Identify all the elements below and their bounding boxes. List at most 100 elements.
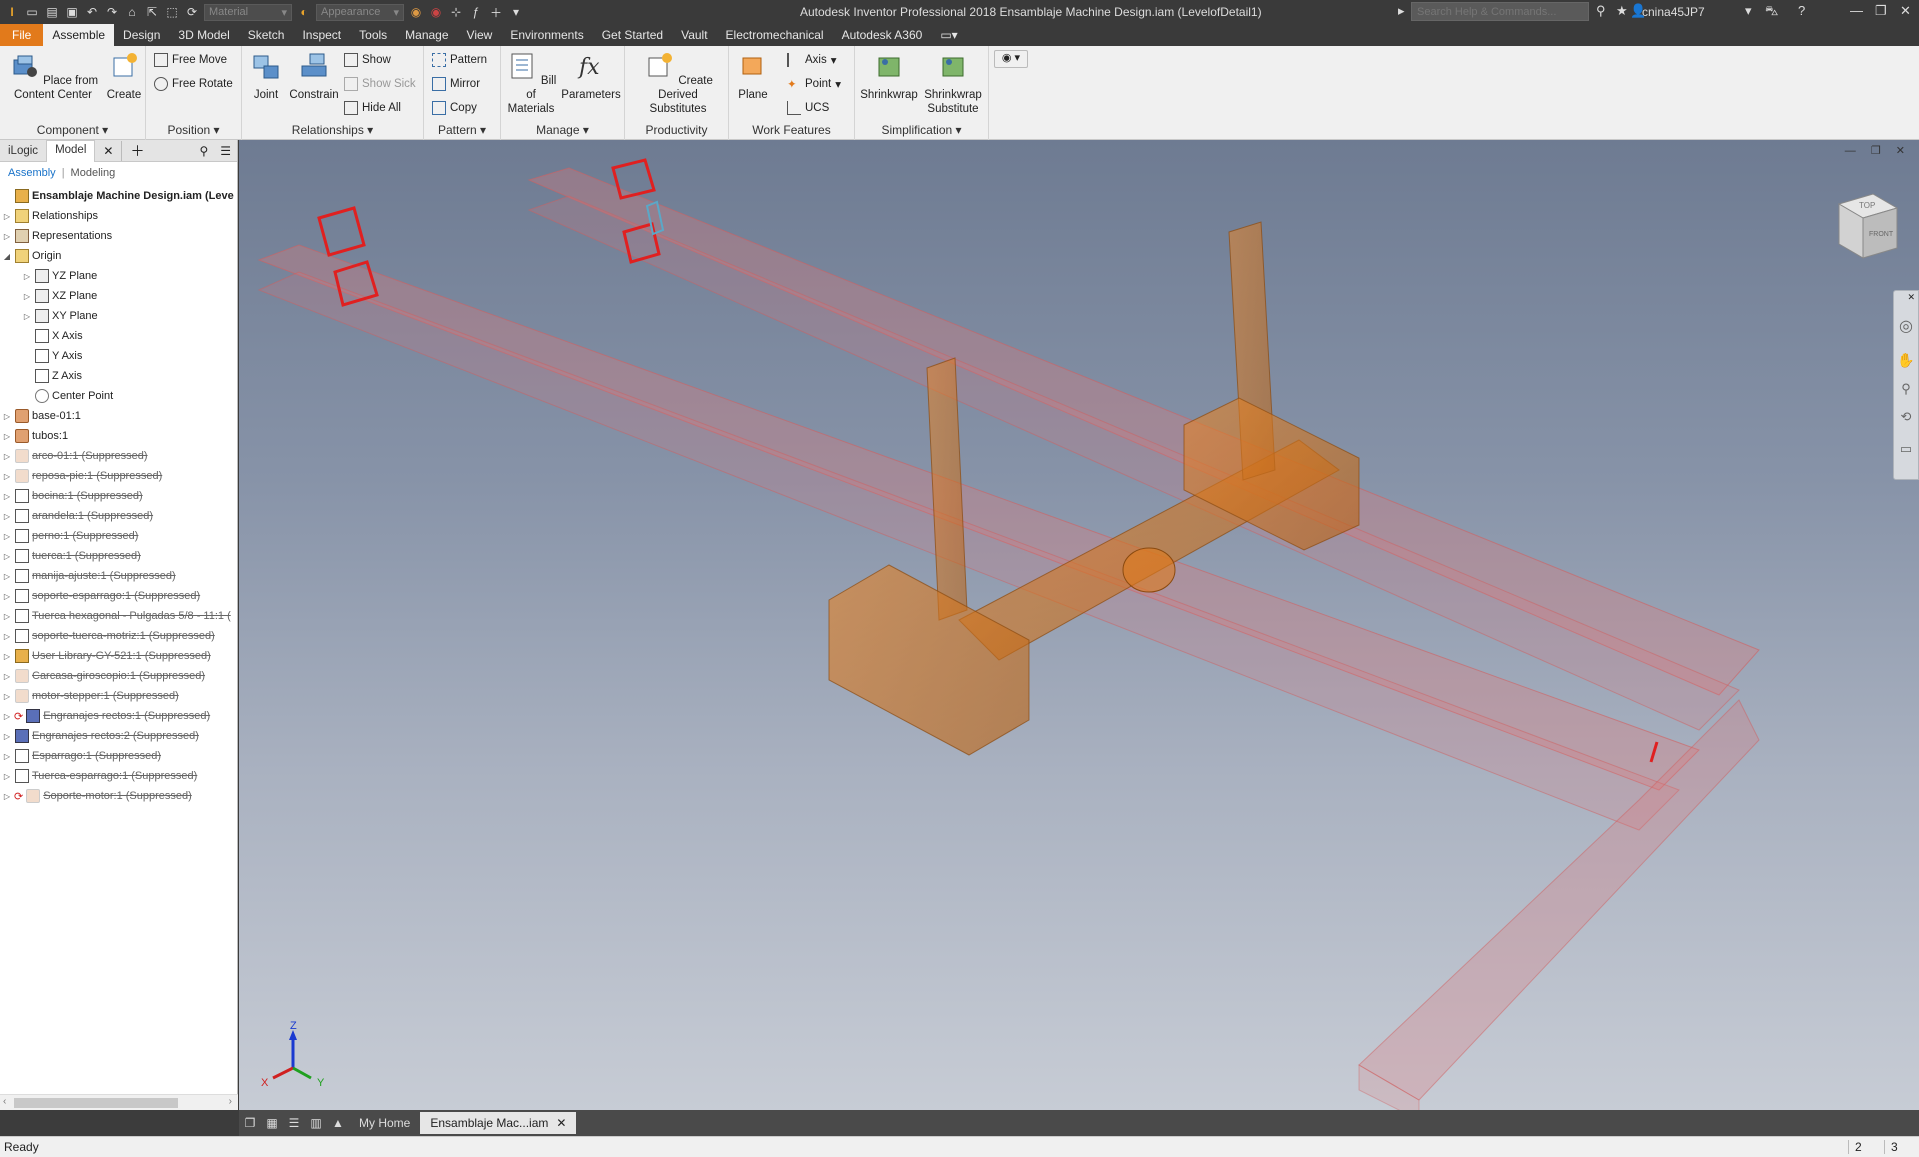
add-tab-icon[interactable]: ＋ xyxy=(121,140,152,161)
close-icon[interactable]: ✕ xyxy=(1900,3,1911,19)
tree-item[interactable]: Ensamblaje Machine Design.iam (Leve xyxy=(0,186,237,206)
tree-item[interactable]: ▷ ⟳ Engranajes rectos:1 (Suppressed) xyxy=(0,706,237,726)
tree-item[interactable]: ▷ tubos:1 xyxy=(0,426,237,446)
tree-item[interactable]: X Axis xyxy=(0,326,237,346)
free-move-button[interactable]: Free Move xyxy=(154,53,227,67)
return-icon[interactable]: ⇱ xyxy=(144,4,160,20)
nav-close-icon[interactable]: ✕ xyxy=(1894,291,1918,304)
axis-button[interactable]: Axis ▾ xyxy=(787,53,837,67)
tab-autodesk-a360[interactable]: Autodesk A360 xyxy=(833,24,932,46)
tree-expander-icon[interactable]: ▷ xyxy=(2,412,12,421)
tree-item[interactable]: ▷ Esparrago:1 (Suppressed) xyxy=(0,746,237,766)
tree-expander-icon[interactable]: ▷ xyxy=(2,472,12,481)
tree-item[interactable]: ▷ soporte-esparrago:1 (Suppressed) xyxy=(0,586,237,606)
create-component-button[interactable]: Create xyxy=(104,50,144,102)
tab-tools[interactable]: Tools xyxy=(350,24,396,46)
tree-expander-icon[interactable]: ▷ xyxy=(2,752,12,761)
scroll-right-icon[interactable]: › xyxy=(229,1096,232,1107)
modeling-mode-link[interactable]: Modeling xyxy=(71,167,116,179)
tab-inspect[interactable]: Inspect xyxy=(293,24,350,46)
tree-expander-icon[interactable]: ▷ xyxy=(2,432,12,441)
free-rotate-button[interactable]: Free Rotate xyxy=(154,77,233,91)
redo-icon[interactable]: ↷ xyxy=(104,4,120,20)
tree-item[interactable]: ▷ motor-stepper:1 (Suppressed) xyxy=(0,686,237,706)
joint-button[interactable]: Joint xyxy=(246,50,286,102)
manage-panel-title[interactable]: Manage ▾ xyxy=(501,123,624,137)
orbit-icon[interactable]: ⟲ xyxy=(1894,409,1918,425)
tree-expander-icon[interactable]: ▷ xyxy=(2,592,12,601)
scroll-thumb[interactable] xyxy=(14,1098,178,1108)
tree-item[interactable]: ▷ bocina:1 (Suppressed) xyxy=(0,486,237,506)
cascade-icon[interactable]: ❐ xyxy=(239,1114,261,1132)
tree-item[interactable]: ▷ User Library-GY-521:1 (Suppressed) xyxy=(0,646,237,666)
sketch-profile-3[interactable] xyxy=(611,158,656,200)
appearance-icon[interactable]: ◐ xyxy=(296,4,312,20)
appearance-dropdown[interactable]: Appearance ▾ xyxy=(316,3,404,21)
tab-model[interactable]: Model xyxy=(46,139,96,162)
plus-icon[interactable]: ＋ xyxy=(488,4,504,20)
pan-icon[interactable]: ✋ xyxy=(1894,352,1918,369)
ribbon-display-icon[interactable]: ▭▾ xyxy=(931,24,966,46)
user-name[interactable]: cnina45JP7 xyxy=(1642,5,1705,19)
tree-expander-icon[interactable]: ◢ xyxy=(2,252,12,261)
tree-item[interactable]: ▷ Representations xyxy=(0,226,237,246)
tree-expander-icon[interactable]: ▷ xyxy=(2,692,12,701)
tile-horizontal-icon[interactable]: ☰ xyxy=(283,1114,305,1132)
tree-expander-icon[interactable]: ▷ xyxy=(22,292,32,301)
restore-icon[interactable]: ❐ xyxy=(1875,3,1887,19)
scroll-left-icon[interactable]: ‹ xyxy=(3,1096,6,1107)
tree-item[interactable]: ▷ XY Plane xyxy=(0,306,237,326)
material-dropdown[interactable]: Material ▾ xyxy=(204,3,292,21)
tree-expander-icon[interactable]: ▷ xyxy=(2,552,12,561)
tree-expander-icon[interactable]: ▷ xyxy=(2,792,12,801)
measure-icon[interactable]: ⊹ xyxy=(448,4,464,20)
show-button[interactable]: Show xyxy=(344,53,391,67)
tree-item[interactable]: ▷ arco-01:1 (Suppressed) xyxy=(0,446,237,466)
tree-item[interactable]: ▷ arandela:1 (Suppressed) xyxy=(0,506,237,526)
tile-icon[interactable]: ▦ xyxy=(261,1114,283,1132)
tab-environments[interactable]: Environments xyxy=(501,24,592,46)
tree-expander-icon[interactable]: ▷ xyxy=(2,612,12,621)
tab-active-document[interactable]: Ensamblaje Mac...iam ✕ xyxy=(420,1112,577,1134)
position-panel-title[interactable]: Position ▾ xyxy=(146,123,241,137)
favorites-icon[interactable]: ★ xyxy=(1616,3,1628,19)
tree-item[interactable]: Z Axis xyxy=(0,366,237,386)
save-icon[interactable]: ▣ xyxy=(64,4,80,20)
mirror-button[interactable]: Mirror xyxy=(432,77,480,91)
tab-my-home[interactable]: My Home xyxy=(349,1112,420,1134)
update-icon[interactable]: ⟳ xyxy=(184,4,200,20)
select-icon[interactable]: ⬚ xyxy=(164,4,180,20)
tree-item[interactable]: ▷ Tuerca-esparrago:1 (Suppressed) xyxy=(0,766,237,786)
browser-search-icon[interactable]: ⚲ xyxy=(193,144,214,158)
fx-icon[interactable]: ƒ xyxy=(468,4,484,20)
bill-of-materials-button[interactable]: Bill of Materials xyxy=(505,50,557,116)
home-icon[interactable]: ⌂ xyxy=(124,4,140,20)
tab-design[interactable]: Design xyxy=(114,24,169,46)
tab-sketch[interactable]: Sketch xyxy=(239,24,294,46)
tree-item[interactable]: ▷ manija-ajuste:1 (Suppressed) xyxy=(0,566,237,586)
tree-item[interactable]: ▷ base-01:1 xyxy=(0,406,237,426)
tree-item[interactable]: ▷ Tuerca hexagonal - Pulgadas 5/8 - 11:1 … xyxy=(0,606,237,626)
tab-3d-model[interactable]: 3D Model xyxy=(169,24,238,46)
undo-icon[interactable]: ↶ xyxy=(84,4,100,20)
tab-manage[interactable]: Manage xyxy=(396,24,457,46)
tree-expander-icon[interactable]: ▷ xyxy=(2,212,12,221)
tree-expander-icon[interactable]: ▷ xyxy=(2,532,12,541)
minimize-icon[interactable]: — xyxy=(1850,3,1863,18)
pattern-panel-title[interactable]: Pattern ▾ xyxy=(424,123,500,137)
view-cube[interactable]: TOP FRONT xyxy=(1825,186,1905,266)
parameters-button[interactable]: fx Parameters xyxy=(559,50,623,102)
tree-expander-icon[interactable]: ▷ xyxy=(22,272,32,281)
copy-button[interactable]: Copy xyxy=(432,101,477,115)
create-derived-substitutes-button[interactable]: Create Derived Substitutes xyxy=(631,50,725,116)
tree-expander-icon[interactable]: ▷ xyxy=(2,772,12,781)
adjust-icon[interactable]: ◉ xyxy=(408,4,424,20)
tab-ilogic[interactable]: iLogic xyxy=(0,142,46,160)
hide-all-button[interactable]: Hide All xyxy=(344,101,401,115)
tree-item[interactable]: ◢ Origin xyxy=(0,246,237,266)
tile-vertical-icon[interactable]: ▥ xyxy=(305,1114,327,1132)
viewport-window-controls[interactable]: — ❐ ✕ xyxy=(1845,144,1911,157)
tree-expander-icon[interactable]: ▷ xyxy=(2,732,12,741)
graphics-viewport[interactable]: Z X Y TOP FRONT — ❐ ✕ ✕ ◎ ✋ ⚲ ⟲ ▭ xyxy=(239,140,1919,1110)
tree-item[interactable]: ▷ Engranajes rectos:2 (Suppressed) xyxy=(0,726,237,746)
